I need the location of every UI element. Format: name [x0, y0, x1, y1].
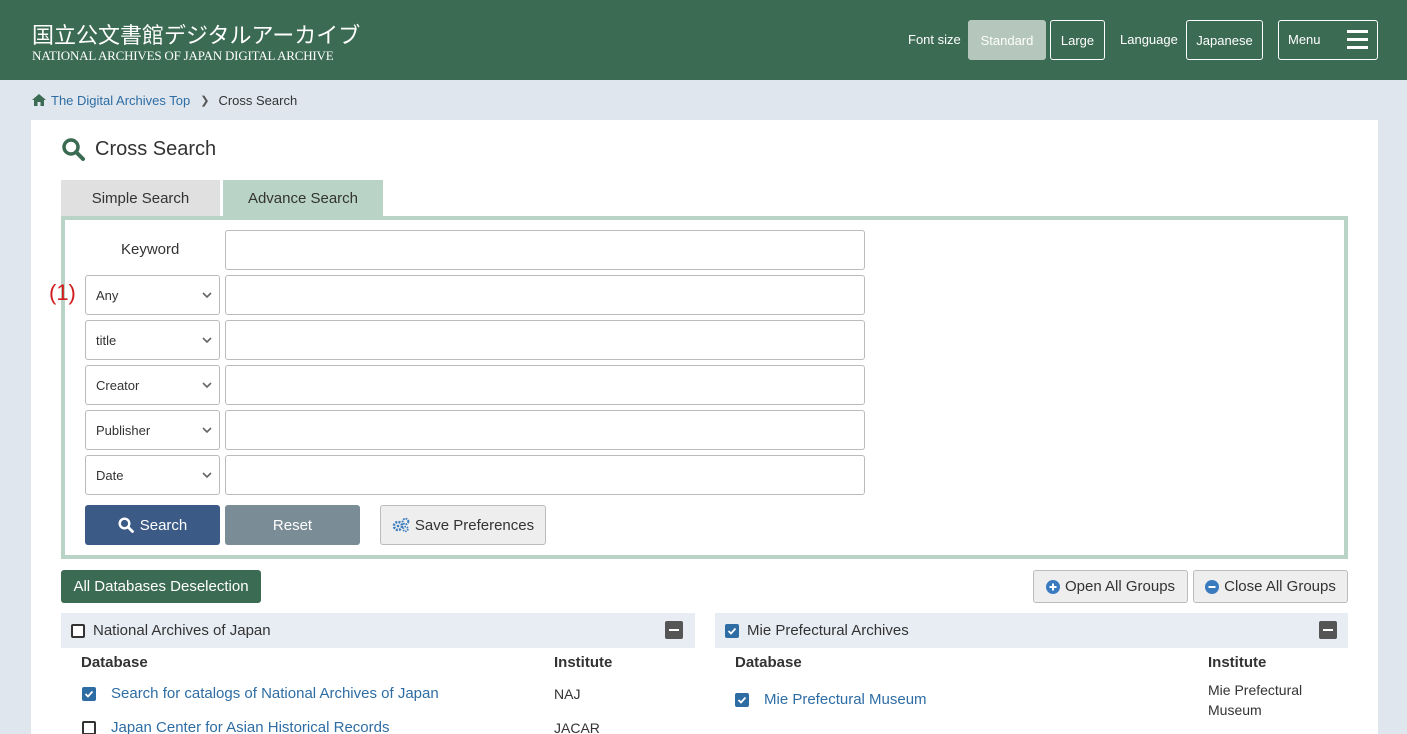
page-title-text: Cross Search — [95, 137, 217, 160]
group-header-mie: Mie Prefectural Archives — [715, 613, 1348, 648]
annotation-label: (1) — [49, 280, 76, 305]
column-header-database: Database — [81, 654, 148, 671]
check-icon — [84, 690, 94, 698]
field-select-1[interactable]: Any — [85, 275, 220, 315]
chevron-down-icon — [202, 382, 212, 389]
font-standard-button[interactable]: Standard — [968, 20, 1046, 60]
database-checkbox[interactable] — [735, 693, 749, 707]
database-link[interactable]: Mie Prefectural Museum — [764, 691, 927, 708]
hamburger-icon — [1347, 30, 1368, 50]
site-header: 国立公文書館デジタルアーカイブ NATIONAL ARCHIVES OF JAP… — [0, 0, 1407, 80]
page-title: Cross Search — [61, 137, 216, 161]
collapse-group-button[interactable] — [1319, 621, 1337, 639]
column-header-database: Database — [735, 654, 802, 671]
chevron-down-icon — [202, 472, 212, 479]
deselect-all-databases-button[interactable]: All Databases Deselection — [61, 570, 261, 603]
check-icon — [737, 696, 747, 704]
close-all-groups-button[interactable]: Close All Groups — [1193, 570, 1348, 603]
save-preferences-button[interactable]: Save Preferences — [380, 505, 546, 545]
menu-button[interactable]: Menu — [1278, 20, 1378, 60]
search-button[interactable]: Search — [85, 505, 220, 545]
font-size-label: Font size — [908, 32, 961, 47]
plus-circle-icon — [1045, 579, 1060, 594]
collapse-group-button[interactable] — [665, 621, 683, 639]
database-link[interactable]: Japan Center for Asian Historical Record… — [111, 719, 389, 734]
institute-value: JACAR — [554, 720, 600, 734]
institute-value: NAJ — [554, 686, 581, 702]
field-select-4[interactable]: Publisher — [85, 410, 220, 450]
home-icon — [32, 94, 46, 106]
column-header-institute: Institute — [1208, 654, 1267, 671]
field-select-5[interactable]: Date — [85, 455, 220, 495]
database-checkbox[interactable] — [82, 687, 96, 701]
menu-label: Menu — [1288, 32, 1321, 47]
institute-value: Mie Prefectural — [1208, 682, 1303, 698]
database-link[interactable]: Search for catalogs of National Archives… — [111, 685, 439, 702]
group-checkbox-mie[interactable] — [725, 624, 739, 638]
search-icon — [118, 517, 134, 533]
institute-value: Museum — [1208, 702, 1262, 718]
minus-circle-icon — [1205, 579, 1220, 594]
group-checkbox-naj[interactable] — [71, 624, 85, 638]
main-panel: Cross Search Simple Search Advance Searc… — [31, 120, 1378, 734]
tab-simple-search[interactable]: Simple Search — [61, 180, 220, 217]
field-input-2[interactable] — [225, 320, 865, 360]
group-header-naj: National Archives of Japan — [61, 613, 695, 648]
reset-button[interactable]: Reset — [225, 505, 360, 545]
site-logo-english[interactable]: NATIONAL ARCHIVES OF JAPAN DIGITAL ARCHI… — [32, 48, 334, 64]
chevron-down-icon — [202, 427, 212, 434]
field-input-1[interactable] — [225, 275, 865, 315]
breadcrumb-home-link[interactable]: The Digital Archives Top — [51, 93, 190, 108]
database-checkbox[interactable] — [82, 721, 96, 734]
language-button[interactable]: Japanese — [1186, 20, 1263, 60]
field-input-4[interactable] — [225, 410, 865, 450]
group-name: National Archives of Japan — [93, 622, 271, 639]
font-large-button[interactable]: Large — [1050, 20, 1105, 60]
column-header-institute: Institute — [554, 654, 613, 671]
field-input-5[interactable] — [225, 455, 865, 495]
field-input-3[interactable] — [225, 365, 865, 405]
chevron-down-icon — [202, 337, 212, 344]
field-select-2[interactable]: title — [85, 320, 220, 360]
site-logo-japanese[interactable]: 国立公文書館デジタルアーカイブ — [32, 18, 360, 50]
breadcrumb-current: Cross Search — [218, 92, 298, 108]
keyword-input[interactable] — [225, 230, 865, 270]
chevron-right-icon: ❯ — [200, 94, 210, 107]
tab-advance-search[interactable]: Advance Search — [223, 180, 383, 217]
open-all-groups-button[interactable]: Open All Groups — [1033, 570, 1188, 603]
keyword-label: Keyword — [121, 241, 180, 258]
check-icon — [727, 627, 737, 635]
language-label: Language — [1120, 32, 1178, 47]
field-select-3[interactable]: Creator — [85, 365, 220, 405]
breadcrumb: The Digital Archives Top ❯ Cross Search — [32, 90, 297, 110]
search-icon — [62, 138, 85, 161]
group-name: Mie Prefectural Archives — [747, 622, 909, 639]
chevron-down-icon — [202, 292, 212, 299]
gears-icon — [392, 517, 410, 533]
